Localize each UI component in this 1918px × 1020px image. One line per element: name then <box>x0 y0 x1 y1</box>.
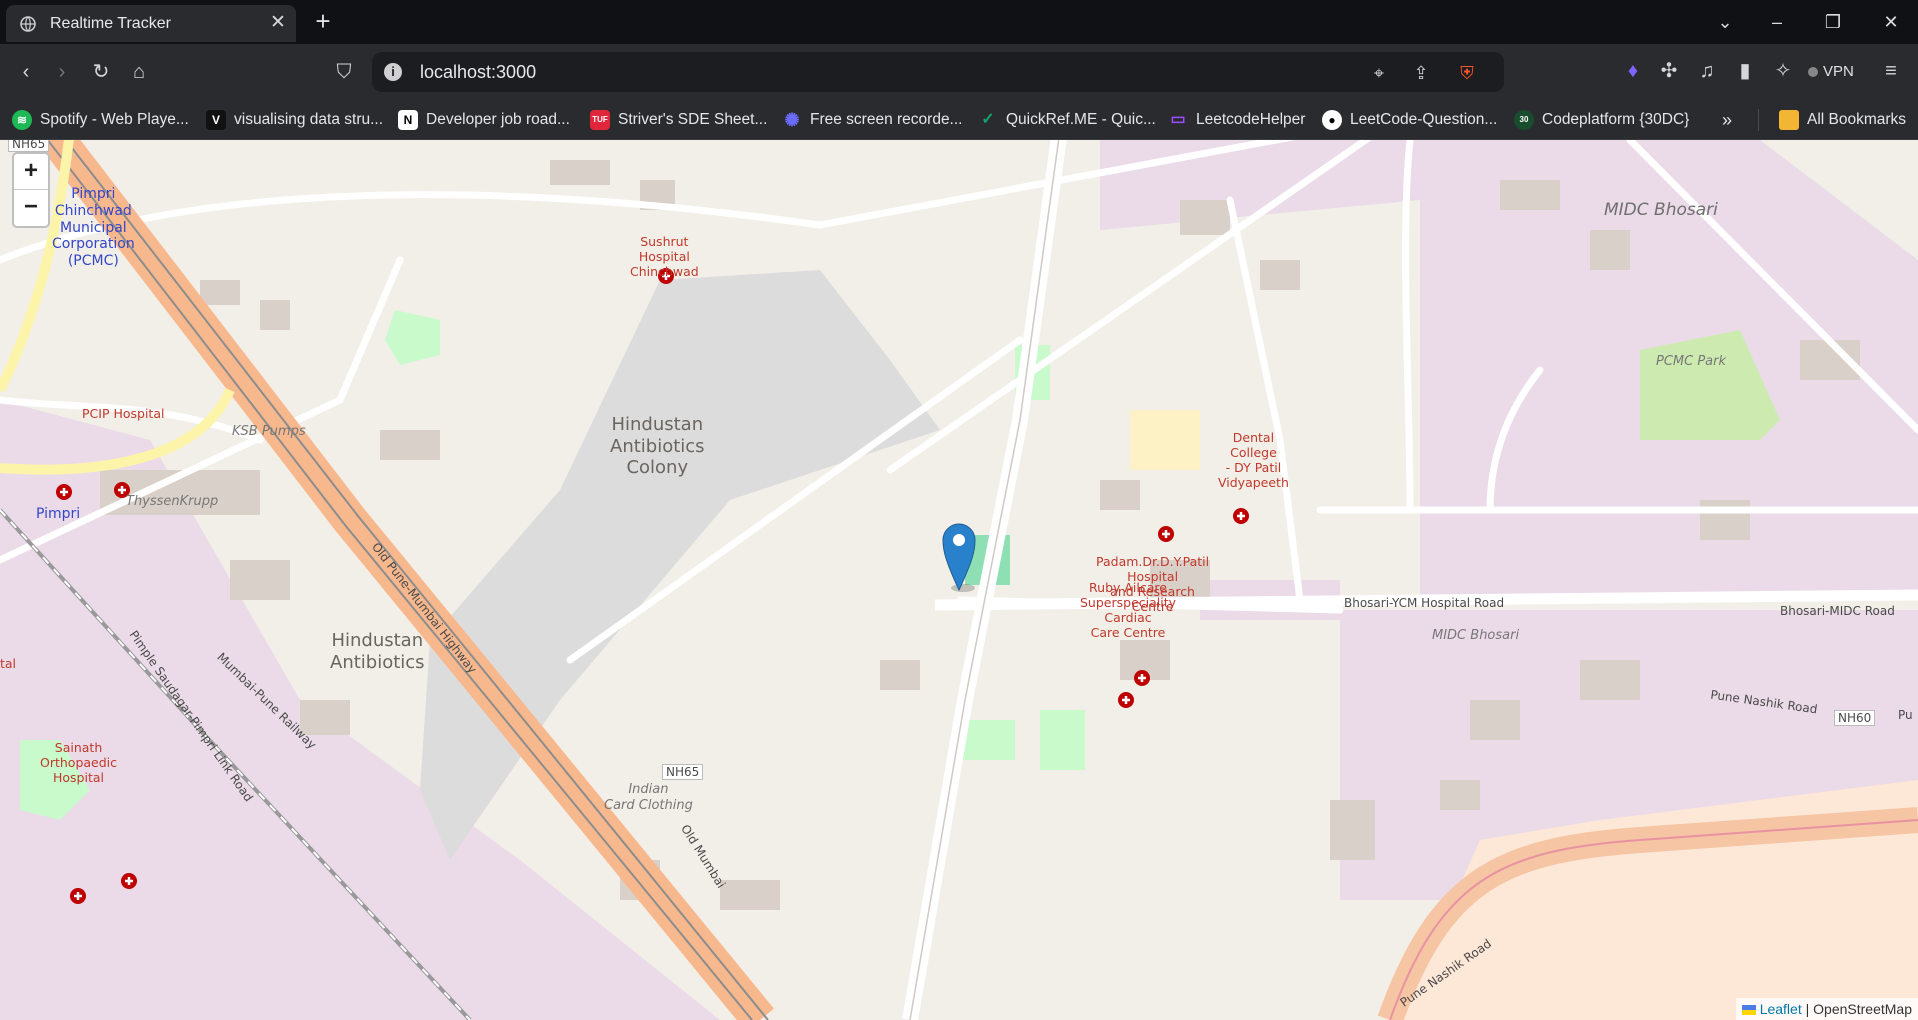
url-text[interactable]: localhost:3000 <box>420 62 536 83</box>
back-arrow-icon[interactable]: ‹ <box>12 58 40 86</box>
map-label-sushrut-hospital: Sushrut Hospital Chinchwad <box>630 234 699 279</box>
bookmark-spotify[interactable]: ≋ Spotify - Web Playe... <box>12 109 189 131</box>
attribution-separator: | <box>1801 1001 1814 1017</box>
map-label-nh60: NH60 <box>1834 710 1876 727</box>
vpn-button[interactable]: VPN <box>1808 59 1854 85</box>
bookmark-leetcodehelper[interactable]: ▭ LeetcodeHelper <box>1168 109 1305 131</box>
map-label-bhosari-midc-road: Bhosari-MIDC Road <box>1780 604 1895 618</box>
bookmark-notion[interactable]: N Developer job road... <box>398 109 570 131</box>
bookmark-leetcode-questions[interactable]: ● LeetCode-Question... <box>1322 109 1497 131</box>
map-label-pcmc: Pimpri Chinchwad Municipal Corporation (… <box>52 186 135 270</box>
tuf-icon: TUF <box>590 110 610 130</box>
forward-arrow-icon[interactable]: › <box>48 58 76 86</box>
recorder-icon: ✺ <box>784 110 800 130</box>
all-bookmarks-label: All Bookmarks <box>1807 111 1907 128</box>
map-label-indian-card-clothing: Indian Card Clothing <box>604 782 693 813</box>
zoom-out-button[interactable]: − <box>14 190 48 226</box>
leaflet-map[interactable]: Pimpri Chinchwad Municipal Corporation (… <box>0 140 1918 1020</box>
bookmark-visualgo[interactable]: Vvisualising data stru... <box>206 109 383 131</box>
bookmark-striver[interactable]: TUF Striver's SDE Sheet... <box>590 109 767 131</box>
map-label-thyssenkrupp: ThyssenKrupp <box>126 494 219 509</box>
close-tab-icon[interactable]: ✕ <box>268 13 288 33</box>
map-label-bhosari-ycm-road: Bhosari-YCM Hospital Road <box>1344 596 1505 610</box>
home-icon[interactable]: ⌂ <box>125 58 153 86</box>
codeplatform-icon: 30 <box>1514 110 1534 130</box>
visualgo-icon: V <box>206 110 226 130</box>
map-label-ksb-pumps: KSB Pumps <box>232 424 306 439</box>
map-label-nh65: NH65 <box>662 764 704 781</box>
all-bookmarks-button[interactable]: All Bookmarks <box>1758 109 1906 131</box>
map-label-nh65-top: NH65 <box>8 140 50 153</box>
map-label-pu: Pu <box>1898 708 1913 722</box>
navigation-toolbar: ‹ › ↻ ⌂ ⛉ i localhost:3000 ⌖ ⇪ ⛨ ♦ ✣ ♫ ▮… <box>0 44 1918 100</box>
tab-realtime-tracker[interactable]: Realtime Tracker ✕ <box>6 5 296 42</box>
folder-icon <box>1779 110 1799 130</box>
map-label-ruby-ailcare: Ruby Ailcare Superspeciality Cardiac Car… <box>1080 580 1177 640</box>
new-tab-button[interactable]: + <box>310 8 336 35</box>
bookmark-codeplatform[interactable]: 30 Codeplatform {30DC} <box>1514 109 1689 131</box>
map-label-tal: tal <box>0 656 17 671</box>
menu-hamburger-icon[interactable]: ≡ <box>1878 58 1904 84</box>
map-label-pcmc-park: PCMC Park <box>1656 354 1727 369</box>
extensions-puzzle-icon[interactable]: ✣ <box>1656 58 1682 84</box>
reload-icon[interactable]: ↻ <box>87 58 115 86</box>
bookmark-label: visualising data stru... <box>234 111 384 128</box>
openstreetmap-link[interactable]: OpenStreetMap <box>1813 1001 1912 1017</box>
bookmarks-bar: ≋ Spotify - Web Playe... Vvisualising dat… <box>0 100 1918 140</box>
bookmark-label: Free screen recorde... <box>810 111 963 128</box>
site-info-icon[interactable]: i <box>384 63 402 81</box>
bookmark-label: LeetcodeHelper <box>1196 111 1306 128</box>
ukraine-flag-icon <box>1741 1005 1756 1015</box>
zoom-control: + − <box>12 152 50 228</box>
map-label-pimpri: Pimpri <box>36 506 81 522</box>
map-attribution: Leaflet | OpenStreetMap <box>1735 998 1918 1020</box>
map-tiles <box>0 140 1918 1020</box>
bookmark-label: Codeplatform {30DC} <box>1542 111 1690 128</box>
map-label-midc-bhosari: MIDC Bhosari <box>1604 200 1718 220</box>
bookmark-label: LeetCode-Question... <box>1350 111 1498 128</box>
minimize-button[interactable]: – <box>1764 10 1790 34</box>
quickref-icon: ✓ <box>981 111 995 128</box>
location-pin-icon[interactable]: ⌖ <box>1368 62 1390 84</box>
address-bar[interactable]: i localhost:3000 ⌖ ⇪ ⛨ <box>372 52 1504 92</box>
tab-search-icon[interactable]: ⌄ <box>1712 10 1738 34</box>
map-label-hindustan-colony: Hindustan Antibiotics Colony <box>610 414 705 479</box>
extension-flame-icon[interactable]: ♦ <box>1620 58 1646 84</box>
tab-title: Realtime Tracker <box>50 14 171 32</box>
zoom-in-button[interactable]: + <box>14 154 48 190</box>
map-label-hindustan-antibiotics: Hindustan Antibiotics <box>330 630 425 673</box>
leetcodehelper-icon: ▭ <box>1170 111 1186 128</box>
bookmark-label: Spotify - Web Playe... <box>40 111 189 128</box>
bookmark-quickref[interactable]: ✓ QuickRef.ME - Quic... <box>978 109 1156 131</box>
map-label-sainath-hospital: Sainath Orthopaedic Hospital <box>40 740 118 785</box>
map-label-dental-college: Dental College - DY Patil Vidyapeeth <box>1218 430 1289 490</box>
bookmark-label: Striver's SDE Sheet... <box>618 111 768 128</box>
map-label-pcip-hospital: PCIP Hospital <box>82 406 165 421</box>
github-icon: ● <box>1322 110 1342 130</box>
notion-icon: N <box>398 110 418 130</box>
bookmark-label: QuickRef.ME - Quic... <box>1006 111 1156 128</box>
restore-button[interactable]: ❐ <box>1820 10 1846 34</box>
share-icon[interactable]: ⇪ <box>1410 62 1432 84</box>
spotify-icon: ≋ <box>12 110 32 130</box>
brave-shield-icon[interactable]: ⛨ <box>1456 62 1478 84</box>
bookmark-screen-recorder[interactable]: ✺ Free screen recorde... <box>782 109 962 131</box>
more-bookmarks-chevron-icon[interactable]: » <box>1722 109 1732 131</box>
close-window-button[interactable]: ✕ <box>1878 10 1904 34</box>
leo-ai-icon[interactable]: ✧ <box>1770 58 1796 84</box>
map-label-midc-bhosari-small: MIDC Bhosari <box>1432 628 1520 643</box>
bookmark-label: Developer job road... <box>426 111 570 128</box>
media-music-icon[interactable]: ♫ <box>1694 58 1720 84</box>
globe-icon <box>20 15 36 32</box>
bookmark-page-icon[interactable]: ⛉ <box>330 58 358 86</box>
leaflet-link[interactable]: Leaflet <box>1760 1001 1802 1017</box>
tab-strip: Realtime Tracker ✕ + ⌄ – ❐ ✕ <box>0 0 1918 44</box>
sidebar-icon[interactable]: ▮ <box>1732 58 1758 84</box>
